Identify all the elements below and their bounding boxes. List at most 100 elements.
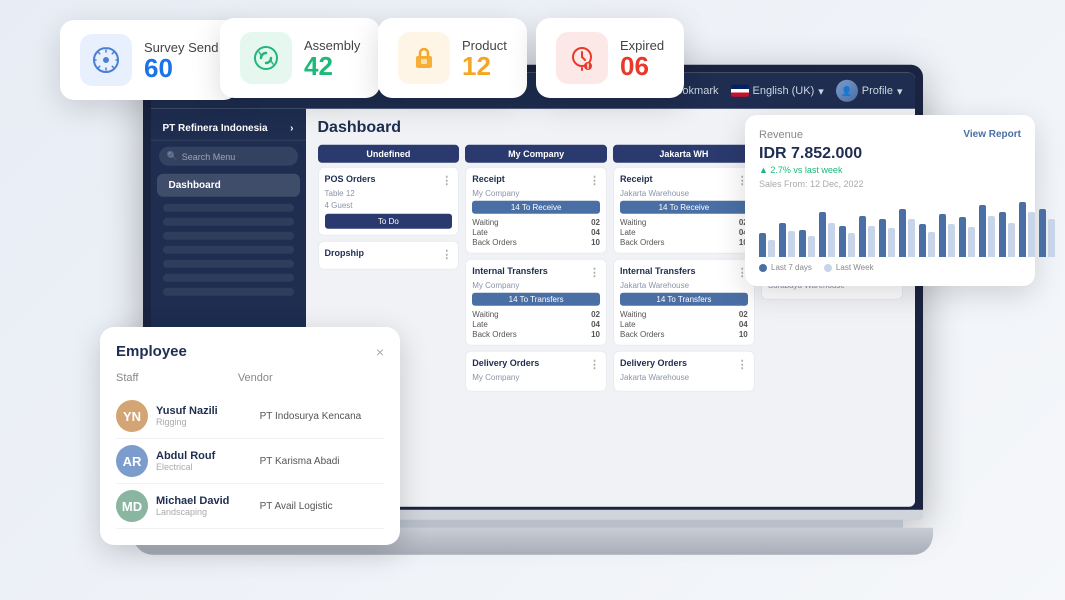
bar-current-14 <box>1039 209 1046 257</box>
bar-current-6 <box>879 219 886 257</box>
internal-mc-btn[interactable]: 14 To Transfers <box>472 293 600 306</box>
bar-current-7 <box>899 209 906 257</box>
internal-mc-title: Internal Transfers <box>472 266 548 279</box>
late-label: Late <box>472 228 488 237</box>
card-receipt-jakarta[interactable]: Receipt ⋮ Jakarta Warehouse 14 To Receiv… <box>613 167 755 254</box>
revenue-period: Sales From: 12 Dec, 2022 <box>759 179 1021 189</box>
survey-send-info: Survey Send 60 <box>144 40 218 81</box>
emp-avatar-img-0: YN <box>116 400 148 432</box>
bar-prev-6 <box>888 228 895 257</box>
card-product[interactable]: Product 12 <box>378 18 527 98</box>
bar-prev-0 <box>768 240 775 257</box>
card-expired[interactable]: Expired 06 <box>536 18 684 98</box>
chart-bar-group-0 <box>759 233 775 257</box>
profile-item[interactable]: 👤 Profile ▾ <box>836 80 903 102</box>
sidebar-active-label: Dashboard <box>169 180 221 191</box>
card-pos-orders[interactable]: POS Orders ⋮ Table 12 4 Guest To Do <box>318 167 460 236</box>
receipt-mc-title: Receipt <box>472 174 505 187</box>
bar-current-3 <box>819 212 826 257</box>
card-dropship[interactable]: Dropship ⋮ <box>318 241 460 270</box>
sidebar-company[interactable]: PT Refinera Indonesia › <box>151 117 306 141</box>
emp-vendor-2: PT Avail Logistic <box>260 501 384 512</box>
assembly-value: 42 <box>304 53 360 79</box>
revenue-chart <box>759 197 1021 257</box>
employee-header: Employee × <box>116 343 384 360</box>
employee-row-0[interactable]: YN Yusuf Nazili Rigging PT Indosurya Ken… <box>116 394 384 439</box>
scene: Survey Send 60 Assembly 42 <box>0 0 1065 600</box>
receipt-mc-sub: My Company <box>472 189 600 198</box>
card-receipt-mycompany[interactable]: Receipt ⋮ My Company 14 To Receive Waiti… <box>465 167 607 254</box>
pos-btn[interactable]: To Do <box>325 214 453 229</box>
receipt-mc-btn[interactable]: 14 To Receive <box>472 201 600 214</box>
receipt-mc-waiting: 02 <box>591 218 600 227</box>
chart-bar-group-9 <box>939 214 955 257</box>
bar-prev-13 <box>1028 212 1035 257</box>
pos-sub2: 4 Guest <box>325 201 453 210</box>
expired-value: 06 <box>620 53 664 79</box>
card-internal-mycompany[interactable]: Internal Transfers ⋮ My Company 14 To Tr… <box>465 259 607 346</box>
employee-row-2[interactable]: MD Michael David Landscaping PT Avail Lo… <box>116 484 384 529</box>
bar-current-10 <box>959 217 966 257</box>
card-internal-jakarta[interactable]: Internal Transfers ⋮ Jakarta Warehouse 1… <box>613 259 755 346</box>
sidebar-item-6[interactable] <box>163 274 294 282</box>
bar-prev-9 <box>948 224 955 257</box>
sidebar-search[interactable]: 🔍 Search Menu <box>159 147 298 166</box>
bar-current-8 <box>919 224 926 257</box>
bar-current-1 <box>779 223 786 257</box>
emp-info-1: Abdul Rouf Electrical <box>156 450 260 472</box>
legend-prev-label: Last Week <box>836 263 874 272</box>
employee-title: Employee <box>116 343 187 360</box>
bar-prev-7 <box>908 219 915 257</box>
card-delivery-jakarta[interactable]: Delivery Orders ⋮ Jakarta Warehouse <box>613 351 755 392</box>
emp-name-0: Yusuf Nazili <box>156 405 260 417</box>
receipt-mc-dots[interactable]: ⋮ <box>589 174 600 187</box>
legend-current-label: Last 7 days <box>771 263 812 272</box>
language-item[interactable]: English (UK) ▾ <box>731 84 824 97</box>
emp-avatar-img-2: MD <box>116 490 148 522</box>
chart-bar-group-12 <box>999 212 1015 257</box>
bar-current-5 <box>859 216 866 257</box>
legend-current: Last 7 days <box>759 263 812 272</box>
bar-current-13 <box>1019 202 1026 257</box>
sidebar-item-5[interactable] <box>163 260 294 268</box>
avatar: 👤 <box>836 80 858 102</box>
company-chevron: › <box>290 123 293 134</box>
dropship-title: Dropship <box>325 248 365 261</box>
card-survey-send[interactable]: Survey Send 60 <box>60 20 238 100</box>
product-value: 12 <box>462 53 507 79</box>
sidebar-item-2[interactable] <box>163 218 294 226</box>
close-button[interactable]: × <box>376 344 384 360</box>
bar-current-2 <box>799 230 806 258</box>
pos-sub: Table 12 <box>325 189 453 198</box>
col-header-undefined: Undefined <box>318 145 460 163</box>
expired-icon <box>556 32 608 84</box>
sidebar-item-3[interactable] <box>163 232 294 240</box>
chart-bar-group-7 <box>899 209 915 257</box>
sidebar-item-4[interactable] <box>163 246 294 254</box>
sidebar-item-7[interactable] <box>163 288 294 296</box>
view-report-link[interactable]: View Report <box>963 129 1021 140</box>
internal-mc-dots[interactable]: ⋮ <box>589 266 600 279</box>
legend-dot-prev <box>824 264 832 272</box>
profile-label: Profile <box>862 85 893 97</box>
legend-prev: Last Week <box>824 263 874 272</box>
language-label: English (UK) <box>753 85 815 97</box>
bar-current-9 <box>939 214 946 257</box>
survey-icon <box>80 34 132 86</box>
card-assembly[interactable]: Assembly 42 <box>220 18 380 98</box>
col-header-mycompany: My Company <box>465 145 607 163</box>
dropship-dots[interactable]: ⋮ <box>441 248 452 261</box>
employee-card: Employee × Staff Vendor YN Yusuf Nazili … <box>100 327 400 545</box>
sidebar-item-1[interactable] <box>163 204 294 212</box>
bar-prev-10 <box>968 227 975 257</box>
legend-dot-current <box>759 264 767 272</box>
sidebar-item-dashboard[interactable]: Dashboard <box>157 174 300 197</box>
card-delivery-mycompany[interactable]: Delivery Orders ⋮ My Company <box>465 351 607 392</box>
chart-bar-group-2 <box>799 230 815 258</box>
pos-dots[interactable]: ⋮ <box>441 174 452 187</box>
pos-title: POS Orders <box>325 174 376 187</box>
employee-columns: Staff Vendor <box>116 372 384 384</box>
revenue-card: Revenue View Report IDR 7.852.000 ▲ 2.7%… <box>745 115 1035 286</box>
employee-row-1[interactable]: AR Abdul Rouf Electrical PT Karisma Abad… <box>116 439 384 484</box>
bar-prev-1 <box>788 231 795 257</box>
